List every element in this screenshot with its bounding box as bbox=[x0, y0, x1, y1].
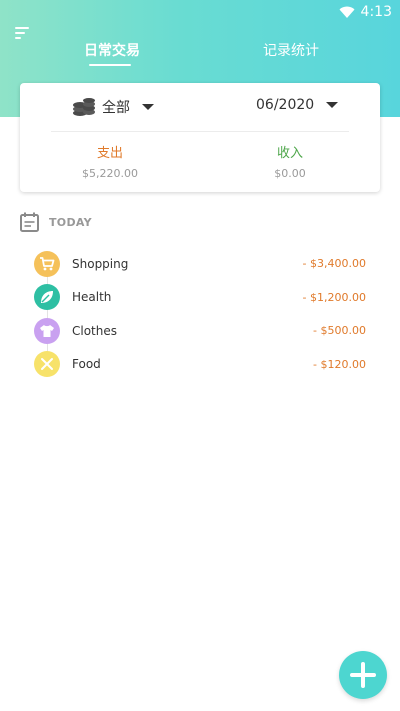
transaction-amount: - $120.00 bbox=[313, 357, 366, 371]
account-filter-dropdown[interactable]: 全部 bbox=[72, 97, 154, 117]
date-filter-label: 06/2020 bbox=[256, 97, 315, 113]
date-filter-dropdown[interactable]: 06/2020 bbox=[256, 97, 339, 113]
income-label: 收入 bbox=[276, 146, 303, 161]
active-tab-indicator bbox=[89, 64, 131, 66]
wifi-icon bbox=[339, 6, 355, 18]
chevron-down-icon bbox=[142, 104, 154, 110]
transaction-row-clothes[interactable]: Clothes - $500.00 bbox=[34, 314, 374, 348]
transaction-name: Shopping bbox=[72, 256, 129, 271]
leaf-icon bbox=[34, 284, 60, 311]
transaction-name: Clothes bbox=[72, 323, 117, 338]
tab-daily-transactions[interactable]: 日常交易 bbox=[84, 40, 140, 60]
expense-label: 支出 bbox=[96, 146, 123, 161]
status-time: 4:13 bbox=[360, 4, 392, 20]
transaction-amount: - $3,400.00 bbox=[302, 257, 366, 271]
filter-row: 全部 06/2020 bbox=[20, 83, 380, 131]
transaction-amount: - $1,200.00 bbox=[302, 290, 366, 304]
menu-icon[interactable] bbox=[15, 27, 29, 41]
cart-icon bbox=[34, 250, 60, 277]
divider bbox=[51, 131, 349, 132]
account-filter-label: 全部 bbox=[102, 100, 130, 116]
plus-icon bbox=[350, 662, 376, 688]
add-transaction-button[interactable] bbox=[339, 651, 387, 699]
summary-card: 全部 06/2020 支出 $5,220.00 收入 $0.00 bbox=[20, 83, 380, 192]
section-label: TODAY bbox=[49, 215, 92, 229]
tshirt-icon bbox=[34, 317, 60, 344]
utensils-icon bbox=[34, 351, 60, 378]
transaction-row-food[interactable]: Food - $120.00 bbox=[34, 348, 374, 382]
chevron-down-icon bbox=[326, 102, 339, 108]
coins-icon bbox=[73, 98, 95, 116]
status-bar: 4:13 bbox=[339, 2, 392, 22]
calendar-icon bbox=[20, 212, 39, 232]
section-header-today: TODAY bbox=[20, 212, 92, 232]
transaction-amount: - $500.00 bbox=[313, 324, 366, 338]
transaction-row-health[interactable]: Health - $1,200.00 bbox=[34, 281, 374, 315]
transaction-list: Shopping - $3,400.00 Health - $1,200.00 … bbox=[34, 247, 374, 381]
transaction-name: Health bbox=[72, 290, 112, 305]
transaction-row-shopping[interactable]: Shopping - $3,400.00 bbox=[34, 247, 374, 281]
expense-amount: $5,220.00 bbox=[82, 167, 138, 180]
expense-summary: 支出 $5,220.00 bbox=[50, 142, 170, 180]
tab-statistics[interactable]: 记录统计 bbox=[263, 40, 319, 60]
income-amount: $0.00 bbox=[274, 167, 306, 180]
transaction-name: Food bbox=[72, 357, 101, 372]
income-summary: 收入 $0.00 bbox=[230, 142, 350, 180]
